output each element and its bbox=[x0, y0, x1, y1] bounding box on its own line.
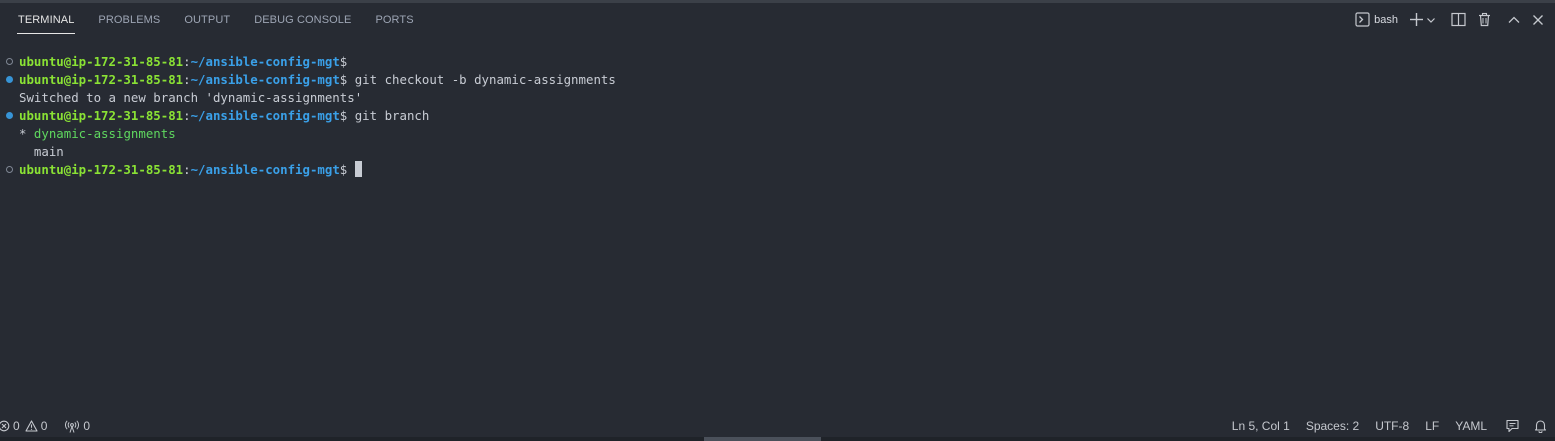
new-terminal-button[interactable] bbox=[1408, 9, 1424, 31]
tab-debug-console[interactable]: DEBUG CONSOLE bbox=[254, 3, 351, 36]
indentation-status[interactable]: Spaces: 2 bbox=[1306, 415, 1359, 437]
status-right: Ln 5, Col 1 Spaces: 2 UTF-8 LF YAML bbox=[1232, 415, 1547, 437]
terminal-line: ubuntu@ip-172-31-85-81:~/ansible-config-… bbox=[19, 71, 616, 89]
terminal-line: ubuntu@ip-172-31-85-81:~/ansible-config-… bbox=[19, 53, 347, 71]
terminal-line: ubuntu@ip-172-31-85-81:~/ansible-config-… bbox=[19, 107, 429, 125]
chevron-down-icon bbox=[1426, 15, 1436, 25]
warning-icon bbox=[25, 420, 38, 432]
prompt-path: ~/ansible-config-mgt bbox=[190, 108, 340, 123]
prompt-separator: : bbox=[183, 72, 191, 87]
broadcast-icon bbox=[65, 419, 80, 433]
shell-name: bash bbox=[1374, 13, 1398, 26]
panel-header: TERMINAL PROBLEMS OUTPUT DEBUG CONSOLE P… bbox=[0, 3, 1555, 36]
panel-actions: bash bbox=[1351, 3, 1549, 36]
error-count: 0 bbox=[13, 419, 20, 433]
prompt-separator: : bbox=[183, 108, 191, 123]
prompt-path: ~/ansible-config-mgt bbox=[190, 54, 340, 69]
panel-tabs: TERMINAL PROBLEMS OUTPUT DEBUG CONSOLE P… bbox=[0, 3, 438, 36]
ports-count: 0 bbox=[83, 419, 91, 433]
problems-status[interactable]: 0 0 bbox=[0, 415, 47, 437]
trash-icon bbox=[1477, 12, 1492, 27]
launch-profile-button[interactable] bbox=[1425, 9, 1437, 31]
eol-status[interactable]: LF bbox=[1425, 415, 1439, 437]
terminal-line: ubuntu@ip-172-31-85-81:~/ansible-config-… bbox=[19, 161, 363, 179]
chevron-up-icon bbox=[1507, 13, 1521, 27]
feedback-icon bbox=[1505, 419, 1520, 433]
split-terminal-button[interactable] bbox=[1447, 9, 1469, 31]
status-bar: 0 0 0 Ln 5, Col 1 Spaces: 2 UTF-8 LF YAM… bbox=[0, 415, 1555, 437]
split-icon bbox=[1450, 12, 1466, 27]
horizontal-scrollbar-thumb[interactable] bbox=[704, 437, 821, 441]
prompt-separator: : bbox=[183, 162, 191, 177]
command-decoration[interactable] bbox=[6, 76, 13, 83]
tab-problems[interactable]: PROBLEMS bbox=[98, 3, 160, 36]
tab-ports[interactable]: PORTS bbox=[375, 3, 413, 36]
close-panel-button[interactable] bbox=[1527, 9, 1549, 31]
error-icon bbox=[0, 420, 10, 432]
tab-output[interactable]: OUTPUT bbox=[184, 3, 230, 36]
prompt-user: ubuntu@ip-172-31-85-81 bbox=[19, 72, 184, 87]
close-icon bbox=[1531, 13, 1545, 27]
terminal-view[interactable]: ubuntu@ip-172-31-85-81:~/ansible-config-… bbox=[0, 36, 1555, 415]
prompt-user: ubuntu@ip-172-31-85-81 bbox=[19, 108, 184, 123]
language-mode[interactable]: YAML bbox=[1455, 415, 1487, 437]
plus-icon bbox=[1409, 12, 1424, 27]
ports-status[interactable]: 0 bbox=[65, 415, 90, 437]
tab-terminal[interactable]: TERMINAL bbox=[16, 3, 76, 36]
warning-count: 0 bbox=[40, 419, 48, 433]
terminal-output: * dynamic-assignments bbox=[19, 125, 176, 143]
prompt-path: ~/ansible-config-mgt bbox=[190, 162, 340, 177]
branch-star: * bbox=[19, 126, 34, 141]
prompt-path: ~/ansible-config-mgt bbox=[190, 72, 340, 87]
prompt-user: ubuntu@ip-172-31-85-81 bbox=[19, 162, 184, 177]
prompt-user: ubuntu@ip-172-31-85-81 bbox=[19, 54, 184, 69]
cursor-position[interactable]: Ln 5, Col 1 bbox=[1232, 415, 1290, 437]
command-decoration[interactable] bbox=[6, 58, 13, 65]
notifications-button[interactable] bbox=[1534, 415, 1547, 437]
prompt-dollar: $ bbox=[339, 162, 348, 177]
prompt-separator: : bbox=[183, 54, 191, 69]
prompt-dollar: $ bbox=[339, 54, 348, 69]
status-left: 0 0 0 bbox=[0, 415, 90, 437]
terminal-output: main bbox=[19, 144, 64, 159]
current-branch: dynamic-assignments bbox=[33, 126, 176, 141]
feedback-button[interactable] bbox=[1505, 415, 1520, 437]
command-decoration[interactable] bbox=[6, 112, 13, 119]
terminal-output: Switched to a new branch 'dynamic-assign… bbox=[19, 90, 363, 105]
terminal-icon bbox=[1355, 12, 1370, 27]
kill-terminal-button[interactable] bbox=[1473, 9, 1495, 31]
command-text: git checkout -b dynamic-assignments bbox=[347, 72, 616, 87]
terminal-cursor bbox=[355, 161, 363, 177]
command-decoration[interactable] bbox=[6, 166, 13, 173]
command-text: git branch bbox=[347, 108, 430, 123]
encoding-status[interactable]: UTF-8 bbox=[1375, 415, 1409, 437]
maximize-panel-button[interactable] bbox=[1503, 9, 1525, 31]
bell-icon bbox=[1534, 419, 1547, 433]
terminal-selector[interactable]: bash bbox=[1355, 9, 1398, 31]
